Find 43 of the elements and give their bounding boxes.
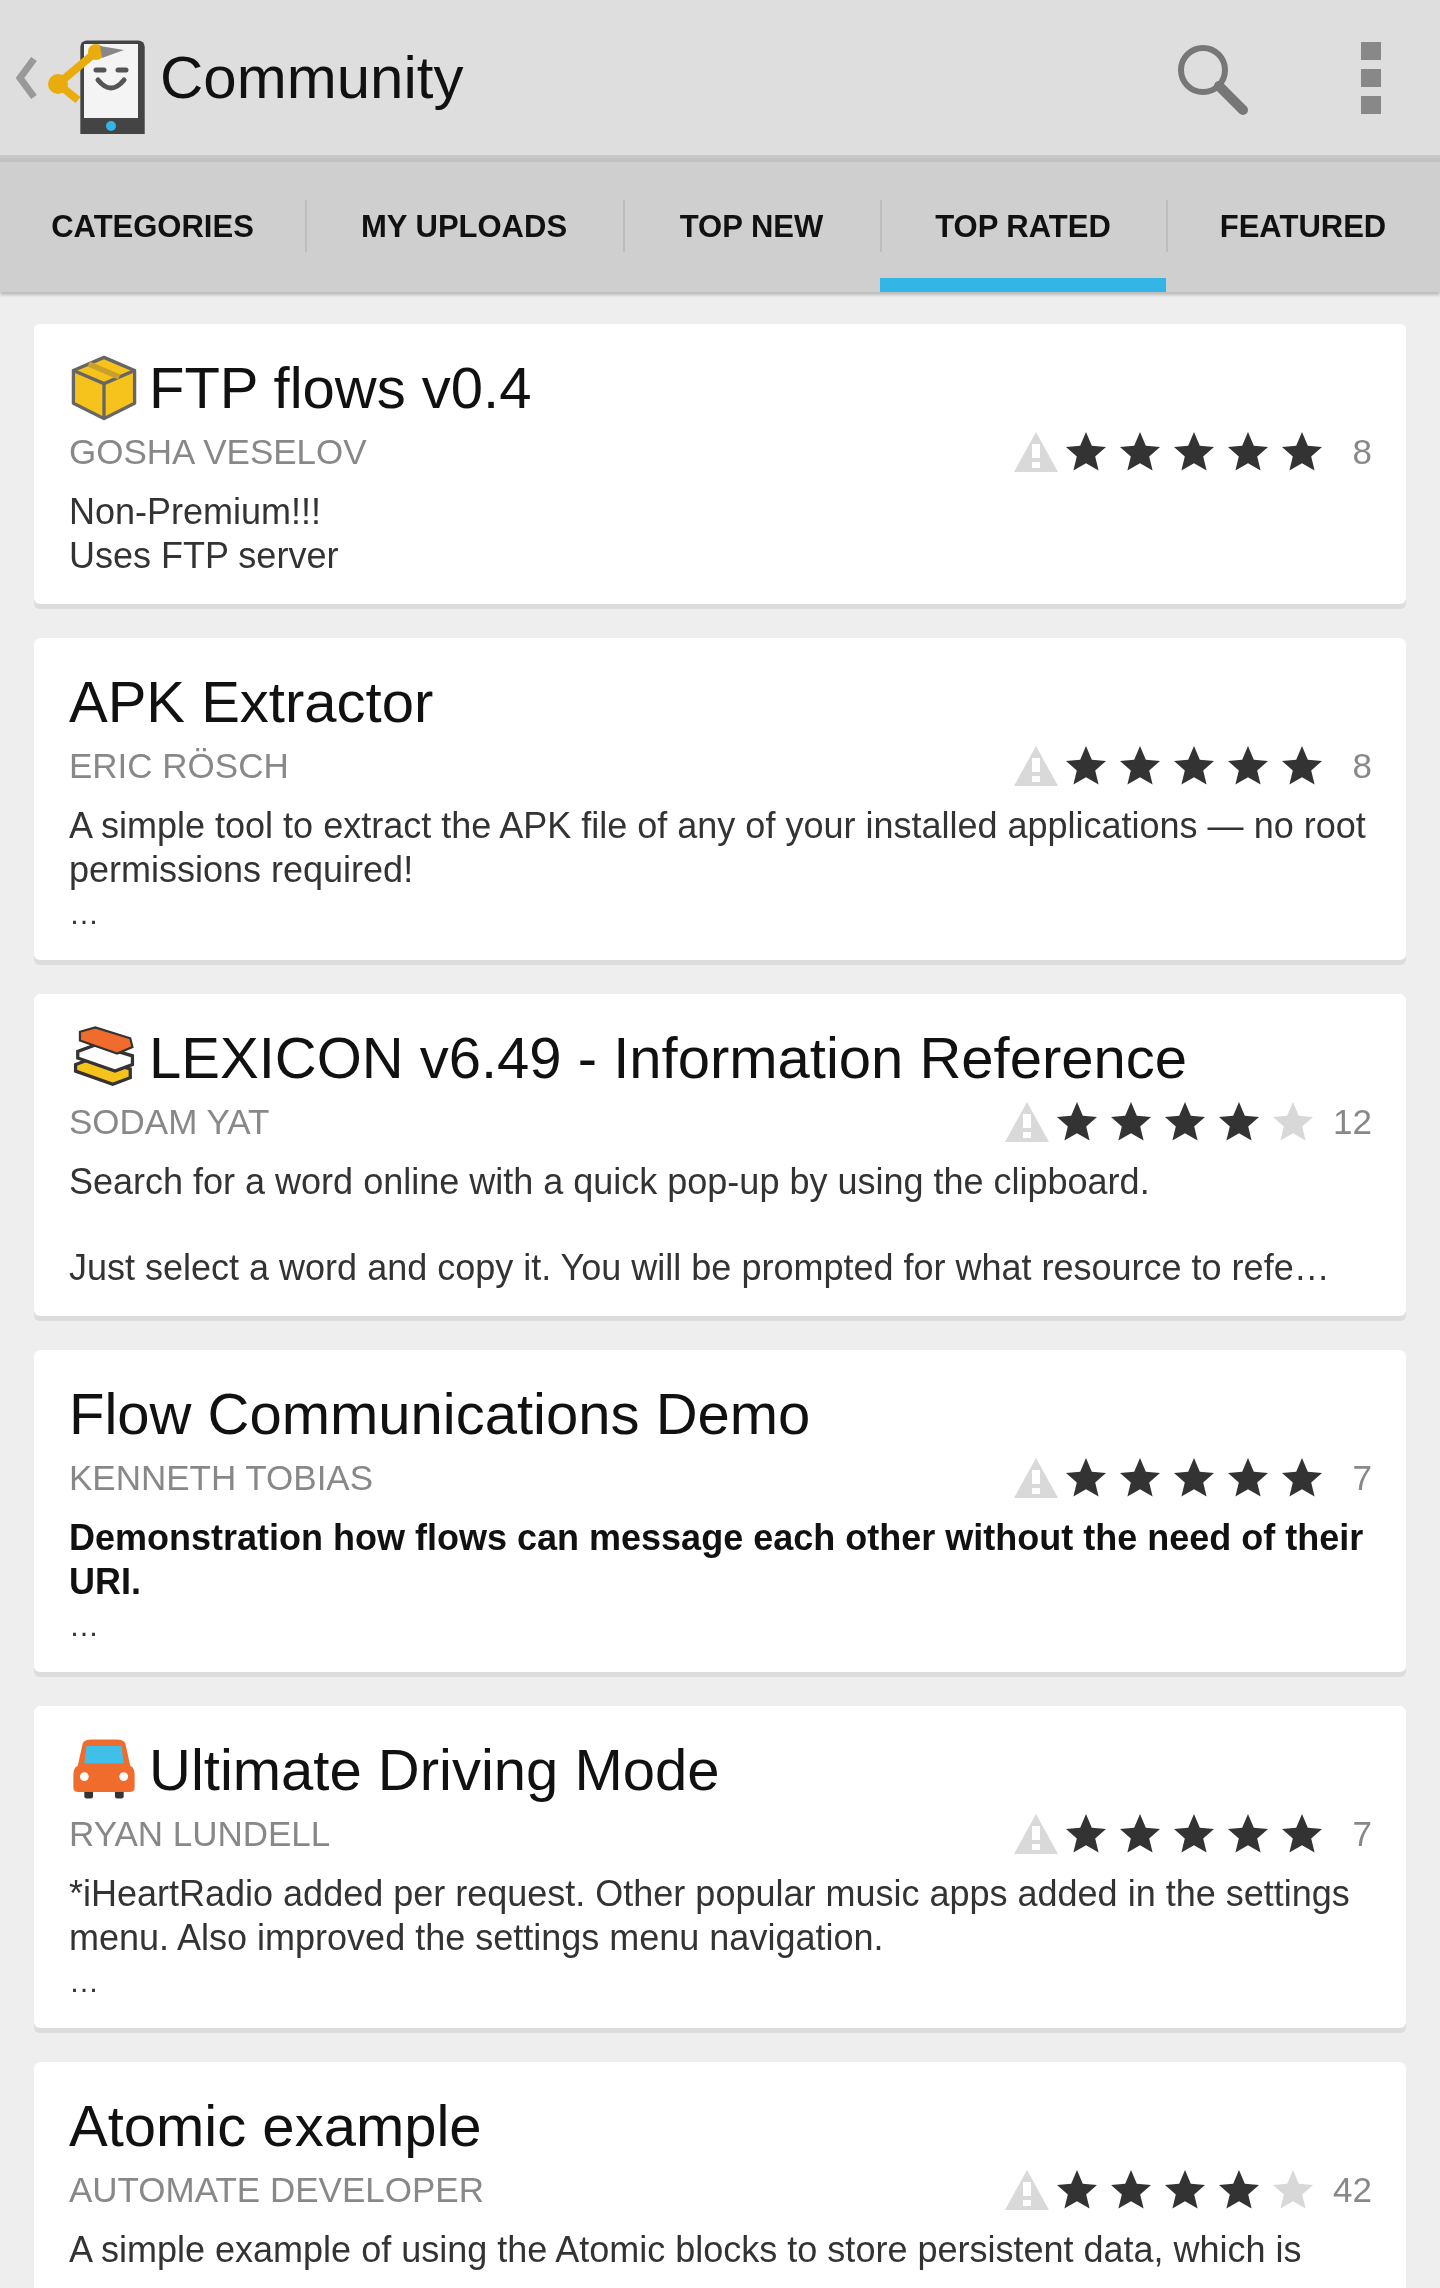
rating-count: 42 xyxy=(1333,2170,1372,2210)
flow-title: Atomic example xyxy=(69,2092,482,2160)
flow-title: APK Extractor xyxy=(69,668,434,736)
flow-title: Ultimate Driving Mode xyxy=(149,1736,720,1804)
flow-description: Demonstration how flows can message each other without the need of their URI. xyxy=(69,1516,1365,1604)
tab[interactable]: CATEGORIES xyxy=(0,162,305,292)
ellipsis: … xyxy=(69,1608,100,1644)
tab[interactable]: FEATURED xyxy=(1166,162,1440,292)
flow-description: A simple tool to extract the APK file of any of your installed applications — no root permissions required! xyxy=(69,804,1367,892)
screen-title: Community xyxy=(160,43,465,112)
package-icon xyxy=(69,353,139,423)
author-name: KENNETH TOBIAS xyxy=(69,1458,375,1498)
flow-title: LEXICON v6.49 - Information Reference xyxy=(149,1024,1188,1092)
warning-icon[interactable] xyxy=(1012,430,1060,474)
warning-icon[interactable] xyxy=(1012,1456,1060,1500)
warning-icon[interactable] xyxy=(1012,744,1060,788)
author-name: GOSHA VESELOV xyxy=(69,432,368,472)
author-name: RYAN LUNDELL xyxy=(69,1814,332,1854)
warning-icon[interactable] xyxy=(1003,1100,1052,1144)
author-name: ERIC RÖSCH xyxy=(69,746,290,786)
flow-description: Non-Premium!!! Uses FTP server xyxy=(69,490,340,578)
author-name: AUTOMATE DEVELOPER xyxy=(69,2170,485,2210)
author-name: SODAM YAT xyxy=(69,1102,271,1142)
more-icon xyxy=(1360,39,1382,116)
tab[interactable]: TOP NEW xyxy=(623,162,880,292)
ellipsis: … xyxy=(69,1964,100,2000)
tab[interactable]: MY UPLOADS xyxy=(305,162,623,292)
rating-count: 7 xyxy=(1351,1814,1372,1854)
tab[interactable]: TOP RATED xyxy=(880,162,1166,292)
warning-icon[interactable] xyxy=(1012,1812,1060,1856)
warning-icon[interactable] xyxy=(1003,2168,1052,2212)
flow-description: *iHeartRadio added per request. Other popular music apps added in the settings menu. Also improved the settings menu navigation. xyxy=(69,1872,1351,1960)
flow-title: FTP flows v0.4 xyxy=(149,354,532,422)
rating-count: 8 xyxy=(1351,432,1372,472)
flow-description: A simple example of using the Atomic blocks to store persistent data, which is xyxy=(69,2228,1303,2272)
rating-count: 8 xyxy=(1351,746,1372,786)
ellipsis: … xyxy=(69,896,100,932)
flow-description: Just select a word and copy it. You will be prompted for what resource to refe… xyxy=(69,1246,1331,1290)
flow-title: Flow Communications Demo xyxy=(69,1380,811,1448)
flow-card[interactable]: Atomic example AUTOMATE DEVELOPER 42 A simple example of using the Atomic blocks to store persistent data, which is xyxy=(34,2062,1406,2288)
flow-description: Search for a word online with a quick pop-up by using the clipboard. xyxy=(69,1160,1151,1204)
rating-count: 12 xyxy=(1333,1102,1372,1142)
rating-count: 7 xyxy=(1351,1458,1372,1498)
